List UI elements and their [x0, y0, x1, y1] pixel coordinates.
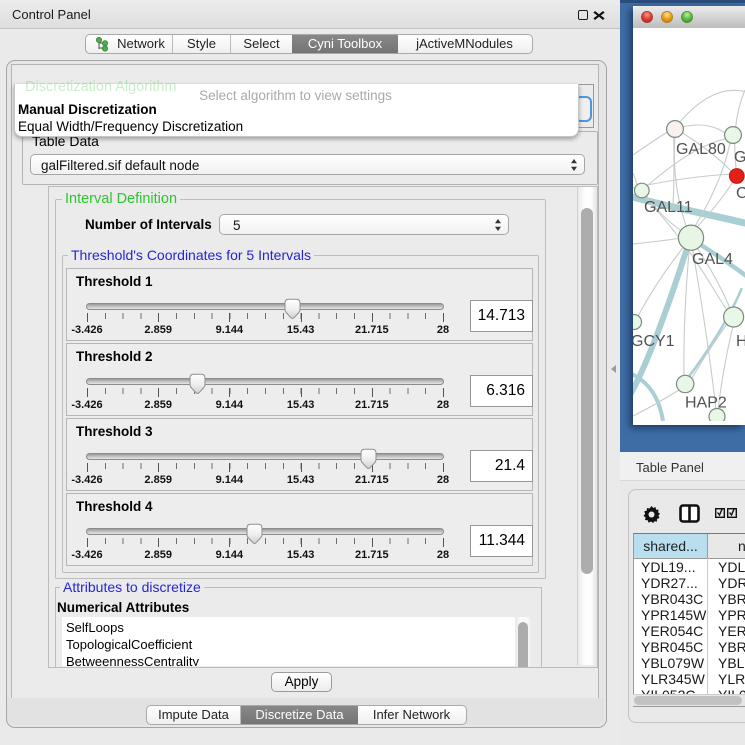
svg-text:G.: G. [734, 149, 745, 166]
svg-text:GAL11: GAL11 [644, 199, 693, 216]
svg-text:HAP2: HAP2 [685, 395, 727, 412]
svg-text:GAL80: GAL80 [676, 141, 726, 158]
svg-text:C: C [736, 185, 745, 202]
svg-text:GAL4: GAL4 [692, 251, 733, 268]
svg-text:H: H [736, 333, 745, 350]
svg-text:GCY1: GCY1 [633, 333, 675, 350]
